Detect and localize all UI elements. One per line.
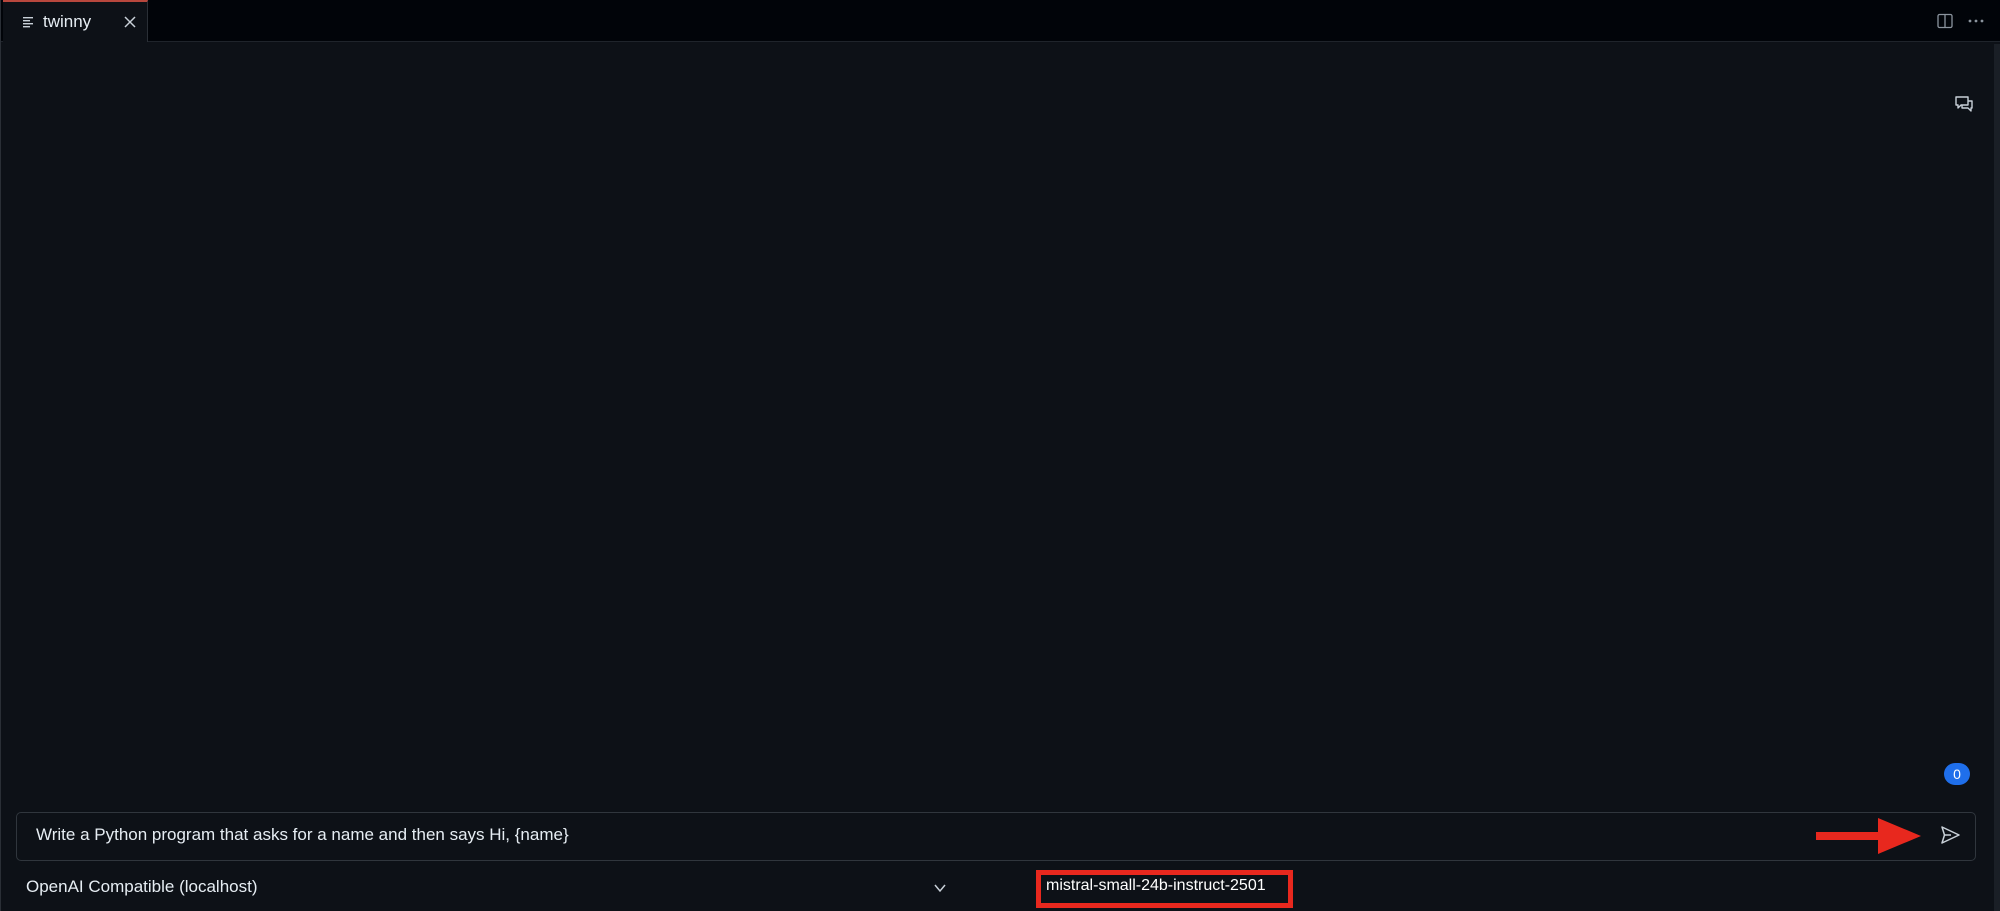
- more-icon[interactable]: [1967, 18, 1985, 24]
- chat-input-text[interactable]: Write a Python program that asks for a n…: [36, 825, 569, 845]
- model-select[interactable]: mistral-small-24b-instruct-2501: [1046, 877, 1266, 895]
- chevron-down-icon[interactable]: [932, 880, 948, 896]
- provider-select[interactable]: OpenAI Compatible (localhost): [26, 877, 258, 897]
- annotation-arrow: [1816, 818, 1921, 854]
- split-editor-icon[interactable]: [1937, 13, 1953, 29]
- chat-history-icon[interactable]: [1954, 94, 1974, 114]
- tab-label: twinny: [43, 12, 92, 31]
- send-icon[interactable]: [1939, 824, 1961, 846]
- scrollbar[interactable]: [1994, 44, 2000, 911]
- token-count-badge: 0: [1944, 763, 1970, 785]
- editor-window: twinny 0 Write a Python program that ask…: [0, 0, 2000, 911]
- tab-bar: twinny: [1, 0, 2000, 42]
- lines-icon: [23, 17, 33, 28]
- tab-twinny[interactable]: twinny: [3, 0, 148, 42]
- close-icon[interactable]: [123, 15, 137, 29]
